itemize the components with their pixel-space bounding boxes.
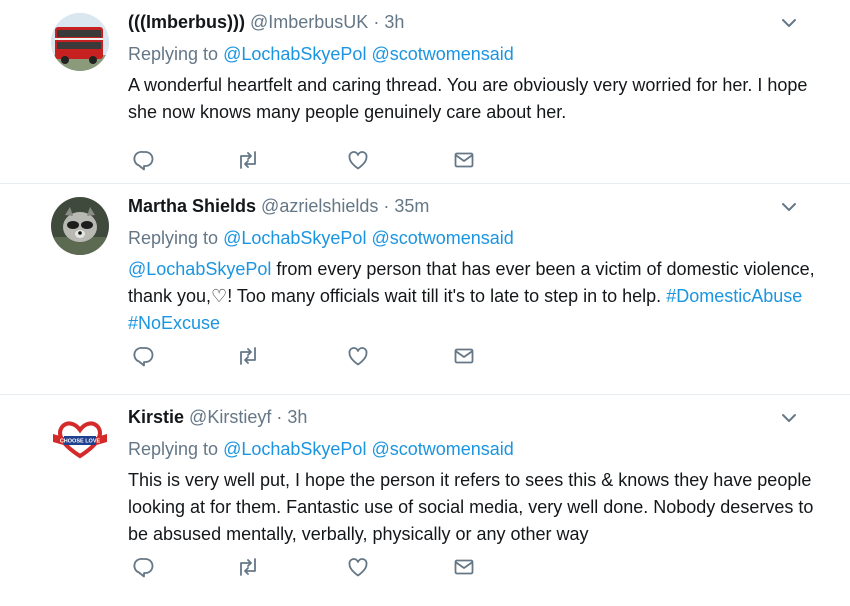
chevron-down-icon[interactable] xyxy=(778,196,800,218)
avatar[interactable]: CHOOSE LOVE xyxy=(51,408,109,466)
bus-avatar-image xyxy=(51,13,109,71)
tweet-text: This is very well put, I hope the person… xyxy=(128,470,814,544)
tweet-text: @LochabSkyePol from every person that ha… xyxy=(128,256,830,337)
timestamp[interactable]: 35m xyxy=(394,196,429,216)
message-icon[interactable] xyxy=(452,555,476,579)
replying-to: Replying to @LochabSkyePol @scotwomensai… xyxy=(128,42,830,66)
hashtag-link[interactable]: #DomesticAbuse xyxy=(666,286,802,306)
mention-link[interactable]: @LochabSkyePol xyxy=(128,259,271,279)
display-name[interactable]: Kirstie xyxy=(128,407,184,427)
tweet-text: A wonderful heartfelt and caring thread.… xyxy=(128,75,808,122)
avatar[interactable] xyxy=(51,197,109,255)
tweet[interactable]: CHOOSE LOVE Kirstie @Kirstieyf · 3h Repl… xyxy=(0,395,850,606)
reply-mention-link[interactable]: @LochabSkyePol xyxy=(223,228,366,248)
tweet-header: (((Imberbus))) @ImberbusUK · 3h xyxy=(128,10,830,34)
hashtag-link[interactable]: #NoExcuse xyxy=(128,313,220,333)
timestamp[interactable]: 3h xyxy=(287,407,307,427)
tweet-header: Kirstie @Kirstieyf · 3h xyxy=(128,405,830,429)
replying-to-label: Replying to xyxy=(128,228,219,248)
replying-to-label: Replying to xyxy=(128,44,219,64)
like-icon[interactable] xyxy=(346,555,370,579)
raccoon-avatar-image xyxy=(51,197,109,255)
replying-to: Replying to @LochabSkyePol @scotwomensai… xyxy=(128,437,830,461)
replying-to: Replying to @LochabSkyePol @scotwomensai… xyxy=(128,226,830,250)
chevron-down-icon[interactable] xyxy=(778,407,800,429)
heart-avatar-image: CHOOSE LOVE xyxy=(51,408,109,466)
message-icon[interactable] xyxy=(452,344,476,368)
like-icon[interactable] xyxy=(346,344,370,368)
tweet-actions xyxy=(128,344,488,368)
separator-dot: · xyxy=(373,12,380,32)
tweet[interactable]: (((Imberbus))) @ImberbusUK · 3h Replying… xyxy=(0,0,850,184)
timestamp[interactable]: 3h xyxy=(384,12,404,32)
user-handle[interactable]: @ImberbusUK xyxy=(250,12,368,32)
retweet-icon[interactable] xyxy=(236,555,260,579)
reply-icon[interactable] xyxy=(132,555,156,579)
retweet-icon[interactable] xyxy=(236,344,260,368)
reply-mention-link[interactable]: @scotwomensaid xyxy=(371,228,513,248)
reply-mention-link[interactable]: @scotwomensaid xyxy=(371,439,513,459)
like-icon[interactable] xyxy=(346,148,370,172)
reply-mention-link[interactable]: @scotwomensaid xyxy=(371,44,513,64)
user-handle[interactable]: @azrielshields xyxy=(261,196,378,216)
tweet-header: Martha Shields @azrielshields · 35m xyxy=(128,194,830,218)
separator-dot: · xyxy=(276,407,283,427)
chevron-down-icon[interactable] xyxy=(778,12,800,34)
tweet-actions xyxy=(128,148,488,172)
reply-mention-link[interactable]: @LochabSkyePol xyxy=(223,439,366,459)
replying-to-label: Replying to xyxy=(128,439,219,459)
avatar-logo-text: CHOOSE LOVE xyxy=(60,439,101,445)
display-name[interactable]: Martha Shields xyxy=(128,196,256,216)
reply-mention-link[interactable]: @LochabSkyePol xyxy=(223,44,366,64)
separator-dot: · xyxy=(383,196,390,216)
display-name[interactable]: (((Imberbus))) xyxy=(128,12,245,32)
retweet-icon[interactable] xyxy=(236,148,260,172)
avatar[interactable] xyxy=(51,13,109,71)
message-icon[interactable] xyxy=(452,148,476,172)
tweet[interactable]: Martha Shields @azrielshields · 35m Repl… xyxy=(0,184,850,395)
tweet-actions xyxy=(128,555,488,579)
user-handle[interactable]: @Kirstieyf xyxy=(189,407,271,427)
reply-icon[interactable] xyxy=(132,148,156,172)
reply-icon[interactable] xyxy=(132,344,156,368)
